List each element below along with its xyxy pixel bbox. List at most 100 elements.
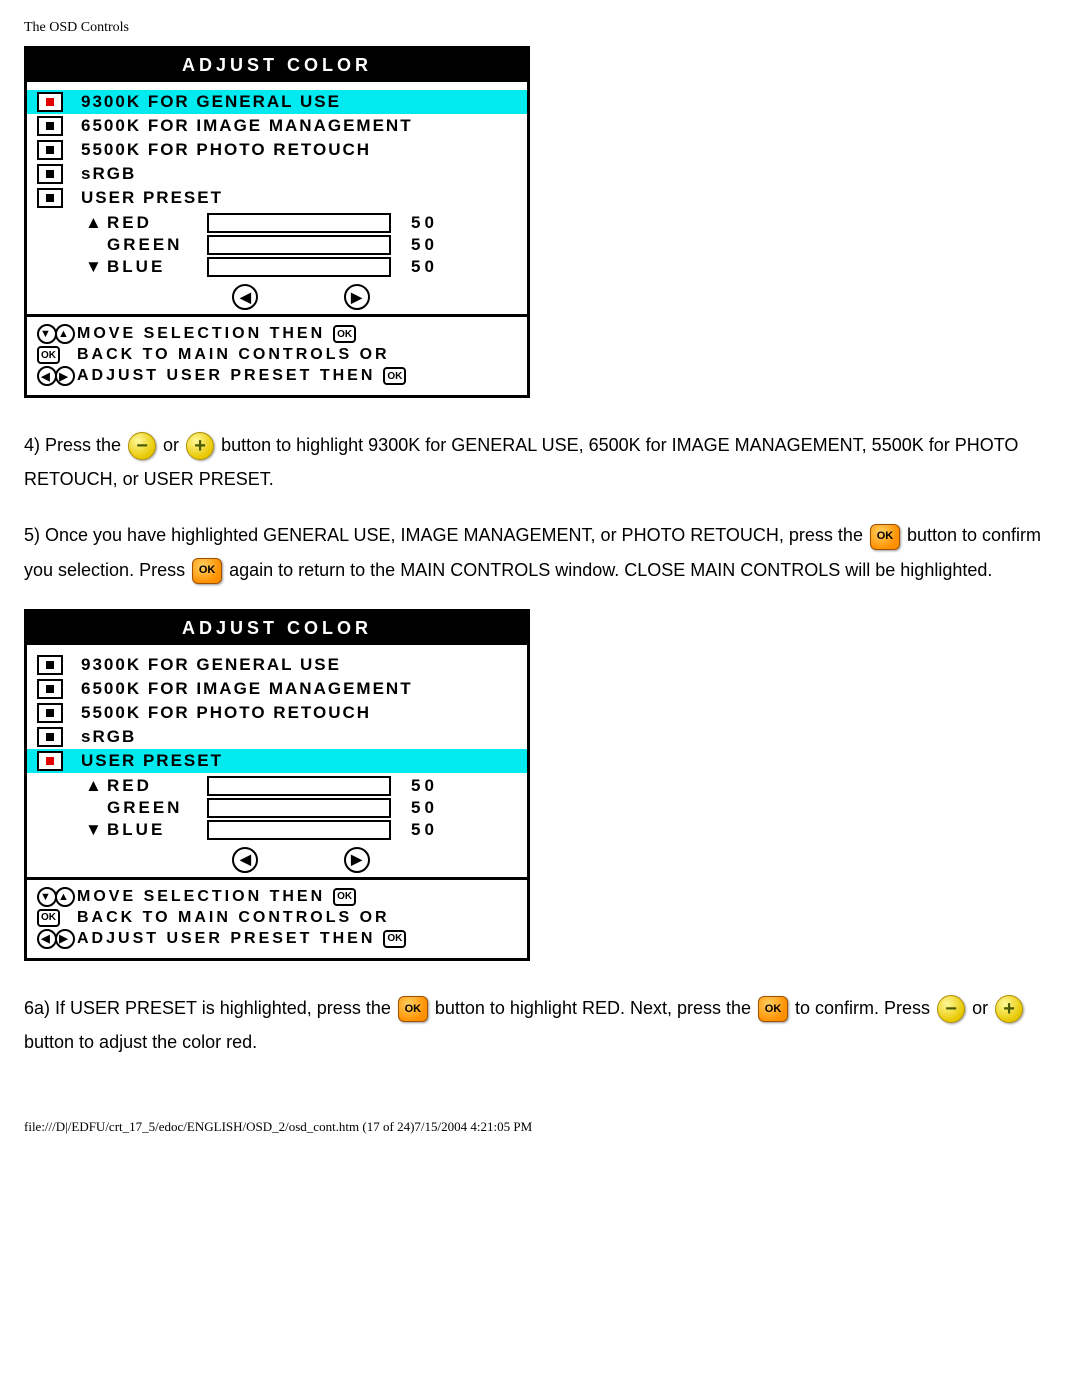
ok-icon: OK <box>333 888 356 906</box>
green-value: 50 <box>411 235 441 255</box>
plus-button-icon: + <box>186 432 214 460</box>
right-arrow-icon: ▶ <box>344 847 370 873</box>
option-user-preset[interactable]: USER PRESET <box>27 186 527 210</box>
ok-icon: OK <box>333 325 356 343</box>
option-6500k[interactable]: 6500K FOR IMAGE MANAGEMENT <box>27 677 527 701</box>
option-box-icon <box>37 679 63 699</box>
option-box-icon <box>37 164 63 184</box>
footer-row-3: ◀▶ ADJUST USER PRESET THEN OK <box>37 365 517 387</box>
preset-blue-label: BLUE <box>107 820 207 840</box>
preset-green-label: GREEN <box>107 798 207 818</box>
option-box-icon <box>37 188 63 208</box>
option-box-icon <box>37 92 63 112</box>
osd-panel-2: ADJUST COLOR 9300K FOR GENERAL USE 6500K… <box>24 609 530 961</box>
option-label: 6500K FOR IMAGE MANAGEMENT <box>81 116 413 136</box>
ok-icon: OK <box>383 367 406 385</box>
option-label: sRGB <box>81 164 136 184</box>
preset-green-label: GREEN <box>107 235 207 255</box>
preset-red-row: ▲ RED 50 <box>85 212 517 234</box>
ok-icon: OK <box>37 346 77 364</box>
footer-row-2: OK BACK TO MAIN CONTROLS OR <box>37 908 517 928</box>
option-box-icon <box>37 751 63 771</box>
footer-text: MOVE SELECTION THEN <box>77 888 325 906</box>
green-value: 50 <box>411 798 441 818</box>
option-box-icon <box>37 116 63 136</box>
option-srgb[interactable]: sRGB <box>27 162 527 186</box>
left-arrow-icon: ◀ <box>232 284 258 310</box>
preset-green-row: GREEN 50 <box>85 234 517 256</box>
green-bar <box>207 798 391 818</box>
preset-blue-row: ▼ BLUE 50 <box>85 256 517 278</box>
left-right-icon: ◀▶ <box>37 929 77 949</box>
minus-button-icon: − <box>937 995 965 1023</box>
down-arrow-icon: ▼ <box>85 820 103 840</box>
footer-text: BACK TO MAIN CONTROLS OR <box>77 346 390 364</box>
ok-button-icon: OK <box>870 524 900 550</box>
right-arrow-icon: ▶ <box>344 284 370 310</box>
spacer <box>27 82 527 90</box>
option-box-icon <box>37 727 63 747</box>
page-header: The OSD Controls <box>24 20 1056 36</box>
ok-icon: OK <box>37 909 77 927</box>
preset-blue-label: BLUE <box>107 257 207 277</box>
osd-options: 9300K FOR GENERAL USE 6500K FOR IMAGE MA… <box>27 653 527 877</box>
osd-title: ADJUST COLOR <box>27 612 527 645</box>
option-9300k[interactable]: 9300K FOR GENERAL USE <box>27 653 527 677</box>
option-box-icon <box>37 703 63 723</box>
option-label: 5500K FOR PHOTO RETOUCH <box>81 703 371 723</box>
option-srgb[interactable]: sRGB <box>27 725 527 749</box>
arrow-row: ◀ ▶ <box>85 278 517 312</box>
up-down-icon: ▼▲ <box>37 887 77 907</box>
preset-red-label: RED <box>107 213 207 233</box>
footer-row-1: ▼▲ MOVE SELECTION THEN OK <box>37 323 517 345</box>
option-label: USER PRESET <box>81 751 223 771</box>
left-right-icon: ◀▶ <box>37 366 77 386</box>
option-user-preset[interactable]: USER PRESET <box>27 749 527 773</box>
minus-button-icon: − <box>128 432 156 460</box>
osd-title: ADJUST COLOR <box>27 49 527 82</box>
footer-text: ADJUST USER PRESET THEN <box>77 367 375 385</box>
up-down-icon: ▼▲ <box>37 324 77 344</box>
ok-button-icon: OK <box>192 558 222 584</box>
osd-panel-1: ADJUST COLOR 9300K FOR GENERAL USE 6500K… <box>24 46 530 398</box>
option-6500k[interactable]: 6500K FOR IMAGE MANAGEMENT <box>27 114 527 138</box>
option-9300k[interactable]: 9300K FOR GENERAL USE <box>27 90 527 114</box>
footer-row-3: ◀▶ ADJUST USER PRESET THEN OK <box>37 928 517 950</box>
ok-icon: OK <box>383 930 406 948</box>
up-arrow-icon: ▲ <box>85 213 103 233</box>
preset-block: ▲ RED 50 GREEN 50 ▼ BLUE 50 ◀ ▶ <box>27 773 527 877</box>
left-arrow-icon: ◀ <box>232 847 258 873</box>
option-label: 9300K FOR GENERAL USE <box>81 92 341 112</box>
blue-bar <box>207 820 391 840</box>
option-box-icon <box>37 140 63 160</box>
plus-button-icon: + <box>995 995 1023 1023</box>
footer-row-2: OK BACK TO MAIN CONTROLS OR <box>37 345 517 365</box>
step-5-text: 5) Once you have highlighted GENERAL USE… <box>24 518 1056 586</box>
footer-text: ADJUST USER PRESET THEN <box>77 930 375 948</box>
blue-value: 50 <box>411 820 441 840</box>
blue-value: 50 <box>411 257 441 277</box>
option-label: USER PRESET <box>81 188 223 208</box>
osd-footer: ▼▲ MOVE SELECTION THEN OK OK BACK TO MAI… <box>27 877 527 958</box>
blue-bar <box>207 257 391 277</box>
preset-red-label: RED <box>107 776 207 796</box>
osd-options: 9300K FOR GENERAL USE 6500K FOR IMAGE MA… <box>27 90 527 314</box>
red-value: 50 <box>411 213 441 233</box>
up-arrow-icon: ▲ <box>85 776 103 796</box>
preset-blue-row: ▼ BLUE 50 <box>85 819 517 841</box>
option-label: 5500K FOR PHOTO RETOUCH <box>81 140 371 160</box>
green-bar <box>207 235 391 255</box>
option-5500k[interactable]: 5500K FOR PHOTO RETOUCH <box>27 701 527 725</box>
preset-red-row: ▲ RED 50 <box>85 775 517 797</box>
preset-green-row: GREEN 50 <box>85 797 517 819</box>
option-label: sRGB <box>81 727 136 747</box>
option-box-icon <box>37 655 63 675</box>
footer-text: MOVE SELECTION THEN <box>77 325 325 343</box>
red-value: 50 <box>411 776 441 796</box>
page-footer: file:///D|/EDFU/crt_17_5/edoc/ENGLISH/OS… <box>24 1119 1056 1135</box>
footer-row-1: ▼▲ MOVE SELECTION THEN OK <box>37 886 517 908</box>
step-4-text: 4) Press the − or + button to highlight … <box>24 428 1056 496</box>
osd-footer: ▼▲ MOVE SELECTION THEN OK OK BACK TO MAI… <box>27 314 527 395</box>
option-5500k[interactable]: 5500K FOR PHOTO RETOUCH <box>27 138 527 162</box>
red-bar <box>207 776 391 796</box>
